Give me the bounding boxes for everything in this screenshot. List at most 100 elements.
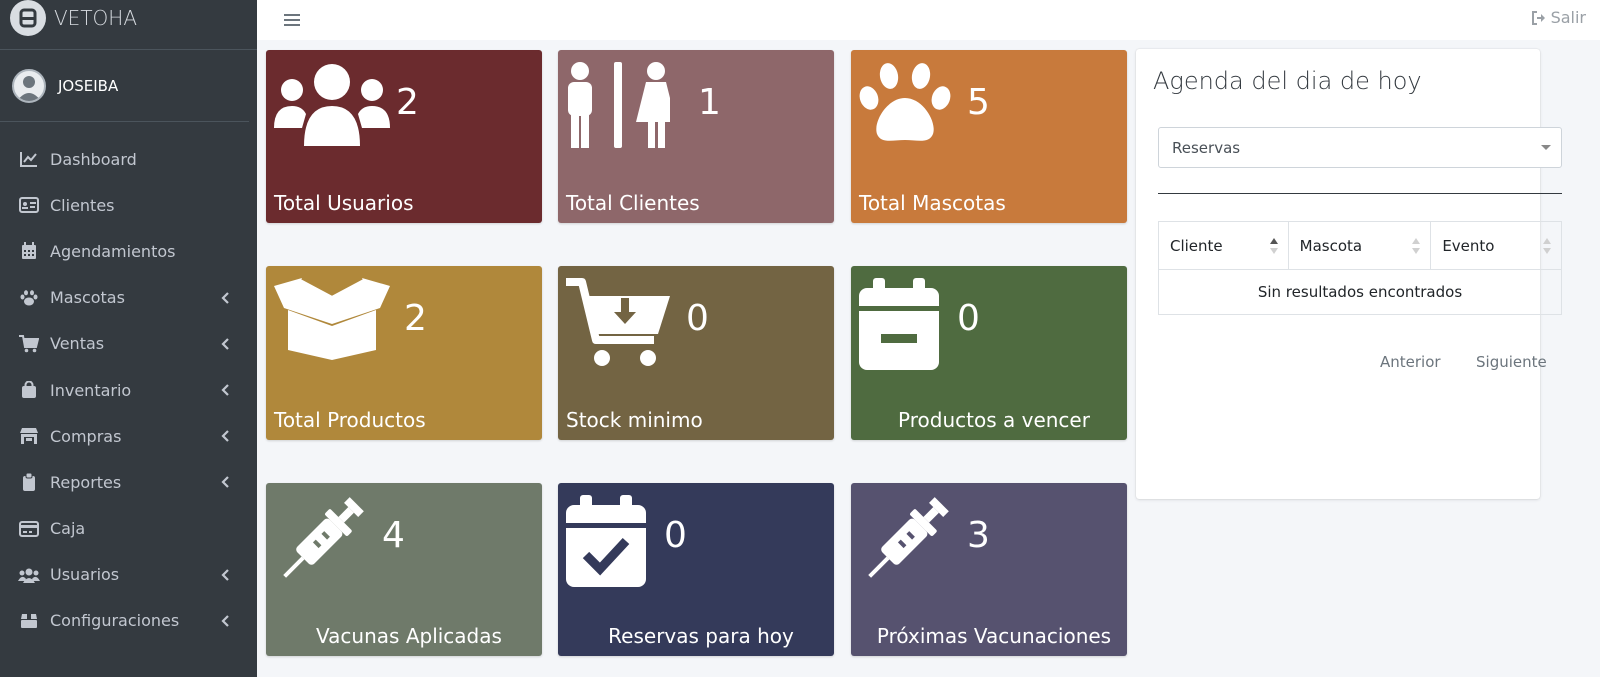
chevron-down-icon: [1541, 145, 1551, 150]
shopping-cart-icon: [18, 334, 40, 354]
sort-icon: [1412, 238, 1421, 254]
card-value: 4: [382, 515, 405, 556]
sidebar-item-configuraciones[interactable]: Configuraciones: [0, 598, 257, 644]
sidebar-item-label: Configuraciones: [50, 611, 180, 631]
card-value: 5: [967, 82, 990, 123]
sidebar-item-caja[interactable]: Caja: [0, 506, 257, 552]
avatar: [12, 68, 46, 103]
sidebar-item-reportes[interactable]: Reportes: [0, 459, 257, 505]
sidebar-item-label: Mascotas: [50, 288, 125, 308]
card-value: 0: [664, 515, 687, 556]
card-value: 2: [396, 82, 419, 123]
sidebar-item-label: Dashboard: [50, 149, 137, 169]
chart-line-icon: [18, 149, 40, 169]
sidebar-item-mascotas[interactable]: Mascotas: [0, 275, 257, 321]
calendar-check-icon: [566, 495, 646, 591]
card-reservas-para-hoy[interactable]: 0 Reservas para hoy: [558, 483, 834, 656]
card-value: 2: [404, 298, 427, 339]
sort-asc-icon: [1269, 238, 1278, 254]
sidebar-item-label: Compras: [50, 426, 122, 446]
user-name: JOSEIBA: [58, 76, 119, 95]
chevron-left-icon: [219, 384, 231, 396]
id-card-icon: [18, 195, 40, 215]
table-row: Sin resultados encontrados: [1158, 269, 1562, 315]
sidebar-item-label: Usuarios: [50, 565, 120, 585]
agenda-panel: Agenda del dia de hoy Reservas Cliente M…: [1136, 49, 1562, 499]
sidebar-item-label: Reportes: [50, 472, 122, 492]
sidebar-item-inventario[interactable]: Inventario: [0, 367, 257, 413]
agenda-select-value: Reservas: [1172, 138, 1241, 157]
card-proximas-vacunaciones[interactable]: 3 Próximas Vacunaciones: [851, 483, 1127, 656]
logout-button[interactable]: Salir: [1531, 8, 1586, 27]
agenda-title: Agenda del dia de hoy: [1153, 67, 1422, 95]
agenda-table: Cliente Mascota Evento Sin resultados en…: [1158, 221, 1562, 315]
card-vacunas-aplicadas[interactable]: 4 Vacunas Aplicadas: [266, 483, 542, 656]
card-total-clientes[interactable]: 1 Total Clientes: [558, 50, 834, 223]
column-header-evento[interactable]: Evento: [1430, 221, 1562, 270]
card-value: 3: [967, 515, 990, 556]
sidebar-item-ventas[interactable]: Ventas: [0, 321, 257, 367]
sidebar-item-label: Agendamientos: [50, 241, 176, 261]
card-productos-a-vencer[interactable]: 0 Productos a vencer: [851, 266, 1127, 440]
chevron-left-icon: [219, 291, 231, 304]
card-value: 1: [698, 82, 721, 123]
card-total-usuarios[interactable]: 2 Total Usuarios: [266, 50, 542, 223]
restroom-icon: [566, 62, 676, 152]
card-label: Reservas para hoy: [608, 624, 794, 648]
cart-download-icon: [566, 278, 670, 374]
chevron-left-icon: [219, 476, 231, 489]
card-label: Total Clientes: [566, 191, 700, 215]
sidebar-item-usuarios[interactable]: Usuarios: [0, 552, 257, 598]
sign-out-icon: [1531, 10, 1545, 25]
column-header-cliente[interactable]: Cliente: [1158, 221, 1289, 270]
sidebar-item-label: Caja: [50, 519, 86, 539]
card-label: Vacunas Aplicadas: [316, 624, 502, 648]
sidebar-item-label: Ventas: [50, 334, 105, 354]
hamburger-icon[interactable]: [281, 9, 303, 31]
chevron-left-icon: [219, 615, 231, 627]
syringe-icon: [859, 495, 951, 591]
sidebar-item-clientes[interactable]: Clientes: [0, 182, 257, 228]
paw-icon: [859, 62, 951, 148]
chevron-left-icon: [219, 569, 231, 581]
chevron-left-icon: [219, 430, 231, 442]
card-label: Total Productos: [274, 408, 426, 432]
column-header-mascota[interactable]: Mascota: [1287, 221, 1432, 270]
sidebar-item-compras[interactable]: Compras: [0, 413, 257, 459]
card-stock-minimo[interactable]: 0 Stock minimo: [558, 266, 834, 440]
user-panel[interactable]: JOSEIBA: [0, 50, 249, 122]
divider: [1158, 193, 1562, 194]
sidebar-item-label: Clientes: [50, 195, 115, 215]
credit-card-icon: [18, 519, 40, 539]
brand-link[interactable]: VETOHA: [0, 0, 257, 50]
agenda-type-select[interactable]: Reservas: [1158, 127, 1562, 168]
brand-name: VETOHA: [54, 5, 137, 30]
card-label: Total Usuarios: [274, 191, 414, 215]
card-label: Productos a vencer: [898, 408, 1090, 432]
clipboard-icon: [18, 472, 40, 492]
users-icon: [18, 565, 40, 585]
sidebar-nav: Dashboard Clientes Agendamientos Mascota…: [0, 122, 257, 644]
shopping-bag-icon: [18, 380, 40, 400]
sidebar-item-dashboard[interactable]: Dashboard: [0, 136, 257, 182]
pagination-previous-button[interactable]: Anterior: [1380, 353, 1441, 371]
card-value: 0: [686, 298, 709, 339]
syringe-icon: [274, 495, 366, 591]
card-value: 0: [957, 298, 980, 339]
paw-icon: [18, 288, 40, 308]
sidebar: VETOHA JOSEIBA Dashboard Clientes Agenda…: [0, 0, 257, 677]
sort-icon: [1543, 238, 1551, 254]
calendar-minus-icon: [859, 278, 939, 374]
sidebar-item-agendamientos[interactable]: Agendamientos: [0, 228, 257, 274]
calendar-grid-icon: [18, 241, 40, 261]
users-icon: [274, 62, 390, 150]
sidebar-item-label: Inventario: [50, 380, 132, 400]
logout-label: Salir: [1550, 8, 1586, 27]
card-total-mascotas[interactable]: 5 Total Mascotas: [851, 50, 1127, 223]
card-total-productos[interactable]: 2 Total Productos: [266, 266, 542, 440]
empty-message: Sin resultados encontrados: [1158, 269, 1562, 315]
box-icon: [18, 611, 40, 631]
pagination-next-button[interactable]: Siguiente: [1476, 353, 1547, 371]
brand-logo: [10, 0, 46, 36]
card-label: Próximas Vacunaciones: [876, 624, 1112, 648]
